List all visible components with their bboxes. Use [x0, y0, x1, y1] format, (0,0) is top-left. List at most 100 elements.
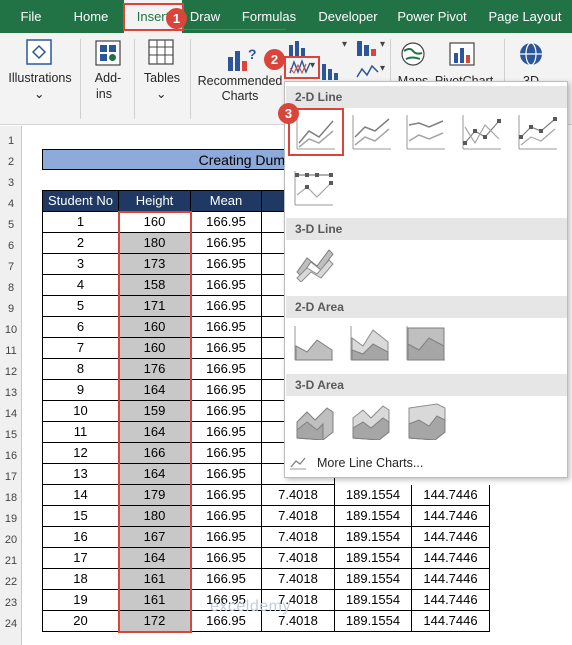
table-cell[interactable]: 7.4018 — [262, 548, 335, 569]
row-number[interactable]: 12 — [0, 362, 22, 383]
row-number[interactable]: 16 — [0, 446, 22, 467]
table-cell[interactable]: 8 — [42, 359, 119, 380]
table-cell[interactable]: 166.95 — [191, 422, 262, 443]
table-cell[interactable]: 166.95 — [191, 212, 262, 233]
tables-label[interactable]: Tables — [140, 71, 184, 86]
table-cell[interactable]: 166.95 — [191, 359, 262, 380]
row-number[interactable]: 1 — [0, 131, 22, 152]
table-cell[interactable]: 166.95 — [191, 233, 262, 254]
row-number[interactable]: 13 — [0, 383, 22, 404]
table-cell[interactable]: 18 — [42, 569, 119, 590]
row-number[interactable]: 2 — [0, 152, 22, 173]
table-cell[interactable]: 13 — [42, 464, 119, 485]
table-cell[interactable]: 7.4018 — [262, 569, 335, 590]
row-number[interactable]: 7 — [0, 257, 22, 278]
row-number[interactable]: 19 — [0, 509, 22, 530]
table-cell[interactable]: 20 — [42, 611, 119, 632]
table-cell[interactable]: 1 — [42, 212, 119, 233]
table-cell[interactable]: 166.95 — [191, 254, 262, 275]
table-cell[interactable]: 14 — [42, 485, 119, 506]
table-cell[interactable]: 2 — [42, 233, 119, 254]
row-number[interactable]: 15 — [0, 425, 22, 446]
table-cell[interactable]: 19 — [42, 590, 119, 611]
recommended-charts-label-1[interactable]: Recommended — [194, 74, 286, 89]
table-cell[interactable]: 166.95 — [191, 464, 262, 485]
sheet-title[interactable]: Creating Dum — [42, 149, 300, 170]
3d-stacked-area-chart-option[interactable] — [349, 402, 391, 441]
pivotchart-icon[interactable] — [448, 41, 476, 72]
table-cell[interactable]: 15 — [42, 506, 119, 527]
row-number[interactable]: 23 — [0, 593, 22, 614]
row-number[interactable]: 18 — [0, 488, 22, 509]
more-line-charts-icon[interactable] — [289, 456, 307, 475]
table-cell[interactable]: 166.95 — [191, 317, 262, 338]
stacked-line-with-markers-option[interactable] — [517, 113, 559, 151]
table-cell[interactable]: 3 — [42, 254, 119, 275]
table-cell[interactable]: 189.1554 — [335, 527, 412, 548]
table-cell[interactable]: 166.95 — [191, 338, 262, 359]
table-cell[interactable]: 16 — [42, 527, 119, 548]
table-cell[interactable]: 189.1554 — [335, 569, 412, 590]
table-cell[interactable]: 144.7446 — [412, 506, 490, 527]
row-number[interactable]: 4 — [0, 194, 22, 215]
table-cell[interactable]: 7.4018 — [262, 485, 335, 506]
tab-home[interactable]: Home — [64, 0, 118, 33]
table-cell[interactable]: 166.95 — [191, 296, 262, 317]
row-number[interactable]: 9 — [0, 299, 22, 320]
row-number[interactable]: 17 — [0, 467, 22, 488]
table-cell[interactable]: 166.95 — [191, 569, 262, 590]
scatter-chart-chevron-icon[interactable]: ▾ — [380, 63, 388, 74]
table-cell[interactable]: 189.1554 — [335, 506, 412, 527]
row-number[interactable]: 5 — [0, 215, 22, 236]
table-cell[interactable]: 144.7446 — [412, 527, 490, 548]
tab-file[interactable]: File — [10, 0, 52, 33]
row-number[interactable]: 3 — [0, 173, 22, 194]
table-cell[interactable]: 12 — [42, 443, 119, 464]
illustrations-icon[interactable] — [26, 39, 52, 70]
row-number[interactable]: 24 — [0, 614, 22, 635]
row-number[interactable]: 21 — [0, 551, 22, 572]
tables-chevron-icon[interactable]: ⌄ — [156, 87, 166, 102]
table-cell[interactable]: 166.95 — [191, 485, 262, 506]
more-line-charts-link[interactable]: More Line Charts... — [317, 456, 423, 470]
tables-icon[interactable] — [148, 39, 174, 70]
3d-100-stacked-area-chart-option[interactable] — [405, 402, 447, 441]
table-cell[interactable]: 189.1554 — [335, 485, 412, 506]
3d-line-chart-option[interactable] — [293, 244, 335, 283]
table-cell[interactable]: 144.7446 — [412, 611, 490, 632]
table-cell[interactable]: 6 — [42, 317, 119, 338]
hierarchy-chart-chevron-icon[interactable]: ▾ — [380, 39, 388, 50]
tab-developer[interactable]: Developer — [312, 0, 384, 33]
table-cell[interactable]: 11 — [42, 422, 119, 443]
tab-power-pivot[interactable]: Power Pivot — [392, 0, 472, 33]
row-number[interactable]: 6 — [0, 236, 22, 257]
row-number[interactable]: 22 — [0, 572, 22, 593]
100-stacked-line-chart-option[interactable] — [405, 113, 447, 151]
row-number[interactable]: 10 — [0, 320, 22, 341]
recommended-charts-label-2[interactable]: Charts — [194, 89, 286, 104]
hierarchy-chart-icon[interactable] — [356, 39, 380, 62]
table-cell[interactable]: 7.4018 — [262, 527, 335, 548]
line-chart-chevron-icon[interactable]: ▾ — [310, 60, 318, 71]
table-cell[interactable]: 144.7446 — [412, 485, 490, 506]
3d-map-icon[interactable] — [518, 41, 544, 72]
table-cell[interactable]: 4 — [42, 275, 119, 296]
table-cell[interactable]: 144.7446 — [412, 569, 490, 590]
table-cell[interactable]: 189.1554 — [335, 590, 412, 611]
table-cell[interactable]: 10 — [42, 401, 119, 422]
row-number[interactable]: 8 — [0, 278, 22, 299]
addins-label-1[interactable]: Add- — [86, 71, 130, 86]
table-header-cell[interactable]: Mean — [191, 191, 262, 212]
table-header-cell[interactable]: Student No — [42, 191, 119, 212]
row-number[interactable]: 14 — [0, 404, 22, 425]
stacked-line-chart-option[interactable] — [351, 113, 393, 151]
row-number[interactable]: 20 — [0, 530, 22, 551]
table-cell[interactable]: 166.95 — [191, 275, 262, 296]
recommended-charts-icon[interactable]: ? — [226, 43, 257, 78]
2d-area-chart-option[interactable] — [293, 324, 335, 362]
100-stacked-area-chart-option[interactable] — [405, 324, 447, 362]
table-cell[interactable]: 166.95 — [191, 548, 262, 569]
row-number[interactable]: 11 — [0, 341, 22, 362]
table-cell[interactable]: 7.4018 — [262, 506, 335, 527]
table-cell[interactable]: 144.7446 — [412, 548, 490, 569]
